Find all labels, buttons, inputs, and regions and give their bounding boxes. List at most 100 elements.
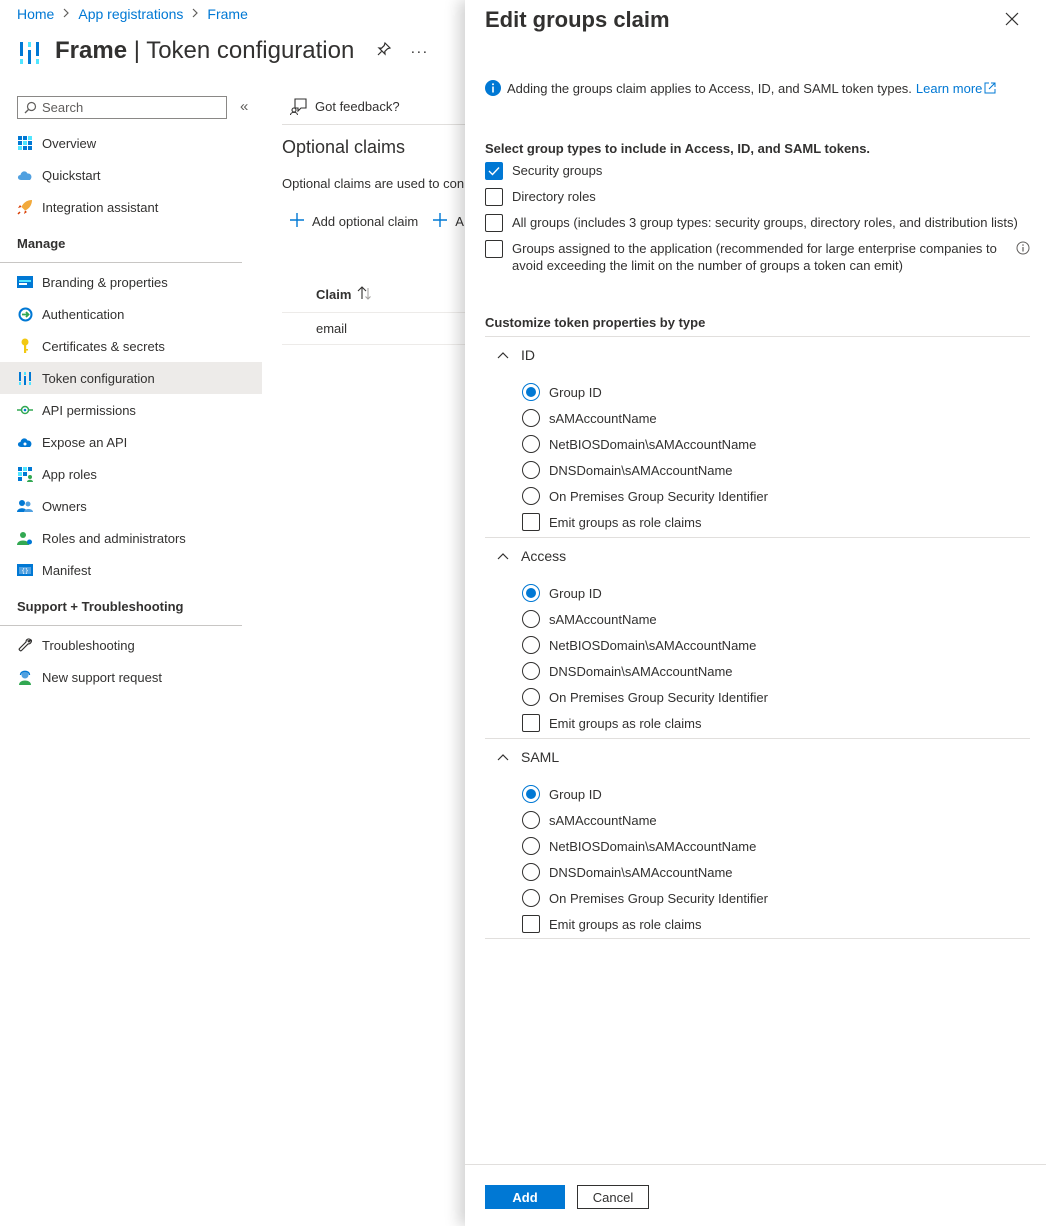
sidebar-item-expose-api[interactable]: Expose an API: [0, 426, 262, 458]
nav-section-manage: Manage: [0, 225, 242, 263]
pin-icon[interactable]: [376, 41, 392, 61]
add-groups-claim-button[interactable]: A: [455, 214, 464, 229]
sort-icon: [357, 286, 373, 303]
customize-title: Customize token properties by type: [485, 315, 706, 330]
close-icon[interactable]: [1005, 12, 1023, 30]
radio-option[interactable]: Group ID: [522, 781, 1030, 807]
page-header: Frame | Token configuration ···: [17, 34, 428, 68]
radio-button[interactable]: [522, 636, 540, 654]
checkbox-emit-role-claims[interactable]: Emit groups as role claims: [522, 509, 1030, 535]
section-header-saml[interactable]: SAML: [485, 739, 1030, 775]
radio-button[interactable]: [522, 487, 540, 505]
footer-divider: [465, 1164, 1046, 1165]
radio-button[interactable]: [522, 610, 540, 628]
checkbox-unchecked[interactable]: [485, 188, 503, 206]
checkbox-groups-assigned-to-application[interactable]: Groups assigned to the application (reco…: [485, 240, 1035, 274]
info-circle-icon[interactable]: [1016, 241, 1030, 255]
radio-button[interactable]: [522, 409, 540, 427]
breadcrumb-frame[interactable]: Frame: [207, 6, 247, 22]
breadcrumb-home[interactable]: Home: [17, 6, 54, 22]
radio-label: On Premises Group Security Identifier: [549, 890, 768, 906]
radio-button[interactable]: [522, 889, 540, 907]
sidebar-item-authentication[interactable]: Authentication: [0, 298, 262, 330]
radio-option[interactable]: Group ID: [522, 379, 1030, 405]
checkbox-unchecked[interactable]: [522, 915, 540, 933]
radio-button-selected[interactable]: [522, 584, 540, 602]
radio-button[interactable]: [522, 811, 540, 829]
sidebar-item-app-roles[interactable]: App roles: [0, 458, 262, 490]
checkbox-emit-role-claims[interactable]: Emit groups as role claims: [522, 911, 1030, 937]
sidebar-item-owners[interactable]: Owners: [0, 490, 262, 522]
radio-option[interactable]: On Premises Group Security Identifier: [522, 684, 1030, 710]
sidebar-item-integration-assistant[interactable]: Integration assistant: [0, 191, 262, 223]
radio-option[interactable]: DNSDomain\sAMAccountName: [522, 457, 1030, 483]
radio-label: DNSDomain\sAMAccountName: [549, 462, 733, 478]
sidebar-item-roles-admins[interactable]: Roles and administrators: [0, 522, 262, 554]
radio-option[interactable]: NetBIOSDomain\sAMAccountName: [522, 632, 1030, 658]
sidebar-item-label: Authentication: [42, 306, 125, 322]
grid-header-claim[interactable]: Claim: [316, 286, 373, 303]
radio-option[interactable]: On Premises Group Security Identifier: [522, 483, 1030, 509]
options-list: Group ID sAMAccountName NetBIOSDomain\sA…: [485, 574, 1030, 736]
checkbox-unchecked[interactable]: [485, 240, 503, 258]
section-header-access[interactable]: Access: [485, 538, 1030, 574]
table-row[interactable]: email: [316, 321, 347, 336]
radio-option[interactable]: sAMAccountName: [522, 606, 1030, 632]
add-optional-claim-button[interactable]: Add optional claim: [312, 214, 418, 229]
checkbox-unchecked[interactable]: [485, 214, 503, 232]
radio-button-selected[interactable]: [522, 785, 540, 803]
checkbox-unchecked[interactable]: [522, 714, 540, 732]
radio-button[interactable]: [522, 461, 540, 479]
sidebar-item-new-support-request[interactable]: New support request: [0, 661, 262, 693]
checkbox-all-groups[interactable]: All groups (includes 3 group types: secu…: [485, 214, 1035, 232]
cancel-button[interactable]: Cancel: [577, 1185, 649, 1209]
sidebar-item-label: Overview: [42, 135, 97, 151]
learn-more-link[interactable]: Learn more: [916, 81, 996, 96]
radio-option[interactable]: DNSDomain\sAMAccountName: [522, 658, 1030, 684]
breadcrumb-app-registrations[interactable]: App registrations: [78, 6, 183, 22]
chevron-up-icon: [497, 553, 509, 560]
radio-option[interactable]: Group ID: [522, 580, 1030, 606]
sidebar-item-troubleshooting[interactable]: Troubleshooting: [0, 629, 262, 661]
radio-button-selected[interactable]: [522, 383, 540, 401]
checkbox-security-groups[interactable]: Security groups: [485, 162, 1035, 180]
radio-option[interactable]: sAMAccountName: [522, 807, 1030, 833]
radio-option[interactable]: NetBIOSDomain\sAMAccountName: [522, 833, 1030, 859]
radio-label: Group ID: [549, 585, 602, 601]
sidebar-item-label: Roles and administrators: [42, 530, 186, 546]
checkbox-directory-roles[interactable]: Directory roles: [485, 188, 1035, 206]
search-input[interactable]: Search: [17, 96, 227, 119]
sidebar-item-overview[interactable]: Overview: [0, 127, 262, 159]
checkbox-label: Directory roles: [512, 189, 596, 204]
radio-label: NetBIOSDomain\sAMAccountName: [549, 637, 757, 653]
checkbox-unchecked[interactable]: [522, 513, 540, 531]
sidebar-item-label: Integration assistant: [42, 199, 159, 215]
sidebar-item-token-configuration[interactable]: Token configuration: [0, 362, 262, 394]
radio-option[interactable]: sAMAccountName: [522, 405, 1030, 431]
search-icon: [24, 101, 37, 114]
radio-option[interactable]: NetBIOSDomain\sAMAccountName: [522, 431, 1030, 457]
more-options-button[interactable]: ···: [410, 43, 428, 60]
radio-button[interactable]: [522, 662, 540, 680]
sidebar-item-certificates[interactable]: Certificates & secrets: [0, 330, 262, 362]
sidebar-item-label: Troubleshooting: [42, 637, 135, 653]
radio-label: NetBIOSDomain\sAMAccountName: [549, 436, 757, 452]
radio-label: sAMAccountName: [549, 611, 657, 627]
sidebar-item-api-permissions[interactable]: API permissions: [0, 394, 262, 426]
add-button[interactable]: Add: [485, 1185, 565, 1209]
section-header-id[interactable]: ID: [485, 337, 1030, 373]
radio-button[interactable]: [522, 688, 540, 706]
sidebar-item-manifest[interactable]: {} Manifest: [0, 554, 262, 586]
sidebar-item-branding[interactable]: Branding & properties: [0, 266, 262, 298]
sidebar-item-quickstart[interactable]: Quickstart: [0, 159, 262, 191]
collapse-nav-button[interactable]: «: [240, 98, 248, 115]
checkbox-checked[interactable]: [485, 162, 503, 180]
radio-button[interactable]: [522, 837, 540, 855]
radio-button[interactable]: [522, 863, 540, 881]
radio-option[interactable]: DNSDomain\sAMAccountName: [522, 859, 1030, 885]
radio-button[interactable]: [522, 435, 540, 453]
external-link-icon: [984, 82, 996, 94]
checkbox-emit-role-claims[interactable]: Emit groups as role claims: [522, 710, 1030, 736]
radio-option[interactable]: On Premises Group Security Identifier: [522, 885, 1030, 911]
feedback-button[interactable]: Got feedback?: [290, 98, 400, 115]
